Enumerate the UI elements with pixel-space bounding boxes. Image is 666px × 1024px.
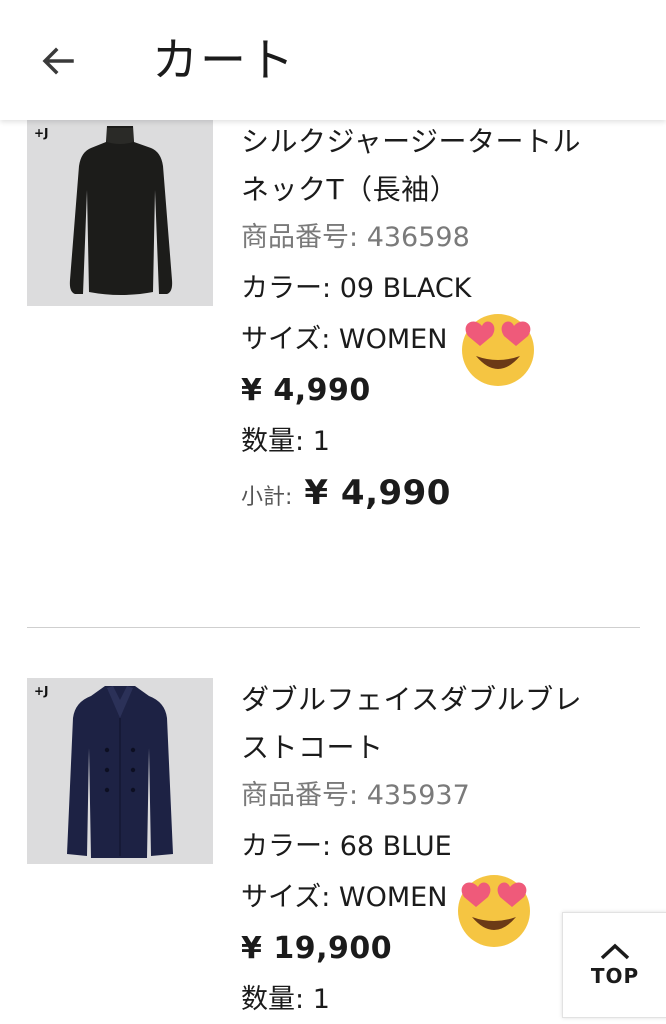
product-name-line: ネックT（長袖） <box>241 173 459 206</box>
size-value: WOMEN <box>338 882 448 913</box>
subtotal: 小計: ¥ 4,990 <box>241 473 641 513</box>
quantity-value: 1 <box>312 426 330 457</box>
double-breasted-coat-image <box>67 686 173 858</box>
top-label: TOP <box>590 964 640 988</box>
app-bar: カート <box>0 0 666 120</box>
unit-price: ¥ 4,990 <box>241 373 371 408</box>
chevron-up-icon <box>600 943 630 960</box>
product-number-label: 商品番号: <box>241 222 359 253</box>
heart-eyes-emoji-icon <box>458 875 530 947</box>
product-color: カラー: 68 BLUE <box>241 829 641 864</box>
subtotal-value: ¥ 4,990 <box>304 473 451 513</box>
turtleneck-sweater-image <box>69 126 173 295</box>
product-number: 商品番号: 436598 <box>241 220 641 255</box>
page-title: カート <box>152 33 296 87</box>
product-image[interactable]: +J <box>27 678 213 864</box>
scroll-to-top-button[interactable]: TOP <box>562 912 666 1018</box>
product-number: 商品番号: 435937 <box>241 778 641 813</box>
size-label: サイズ: <box>241 324 331 355</box>
product-size: サイズ: WOMEN <box>241 322 641 357</box>
product-quantity: 数量: 1 <box>241 424 641 459</box>
arrow-left-icon <box>42 47 74 75</box>
product-size: サイズ: WOMEN <box>241 880 641 915</box>
quantity-value: 1 <box>312 984 330 1015</box>
product-color: カラー: 09 BLACK <box>241 271 641 306</box>
quantity-label: 数量: <box>241 984 305 1015</box>
product-number-value: 436598 <box>366 222 470 253</box>
item-divider <box>27 627 640 628</box>
size-label: サイズ: <box>241 882 331 913</box>
subtotal-label: 小計: <box>241 485 293 510</box>
cart-screen: カート +J シルクジャージータートル ネックT（長袖） 商品番号: 43659… <box>0 0 666 1024</box>
heart-eyes-emoji-icon <box>462 314 534 386</box>
product-number-label: 商品番号: <box>241 780 359 811</box>
brand-mark: +J <box>34 684 49 698</box>
item-info: シルクジャージータートル ネックT（長袖） 商品番号: 436598 カラー: … <box>241 120 641 513</box>
back-button[interactable] <box>28 36 88 86</box>
brand-mark: +J <box>34 126 49 140</box>
product-number-value: 435937 <box>366 780 470 811</box>
size-value: WOMEN <box>338 324 448 355</box>
quantity-label: 数量: <box>241 426 305 457</box>
color-label: カラー: <box>241 273 332 304</box>
color-value: 09 BLACK <box>339 273 472 304</box>
product-image[interactable]: +J <box>27 120 213 306</box>
product-name-line: ダブルフェイスダブルブレ <box>241 683 583 716</box>
color-value: 68 BLUE <box>339 831 452 862</box>
product-name-line: ストコート <box>241 731 384 764</box>
product-name[interactable]: ダブルフェイスダブルブレ ストコート <box>241 676 641 772</box>
color-label: カラー: <box>241 831 332 862</box>
product-name-line: シルクジャージータートル <box>241 125 582 158</box>
product-name[interactable]: シルクジャージータートル ネックT（長袖） <box>241 118 641 214</box>
